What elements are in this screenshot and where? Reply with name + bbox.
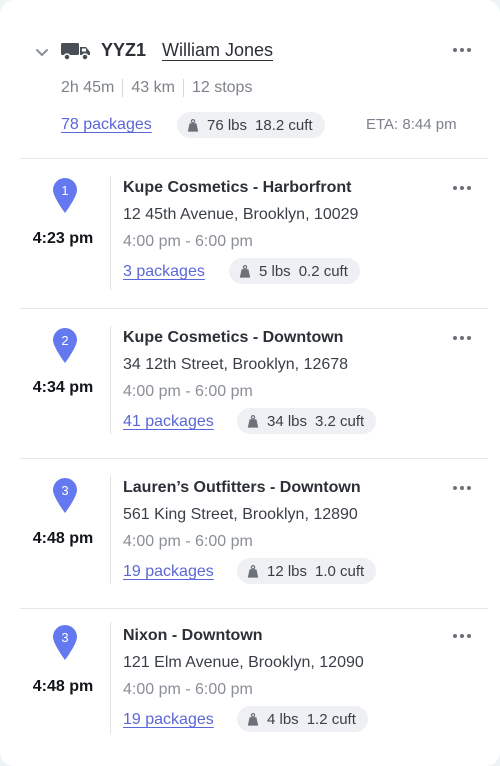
stop-volume: 1.0 cuft <box>315 562 365 580</box>
stop-name: Kupe Cosmetics - Harborfront <box>123 179 352 196</box>
weight-icon <box>247 712 259 726</box>
stop-weight: 12 lbs <box>267 562 308 580</box>
route-header: YYZ1 William Jones 2h 45m 43 km 12 stops… <box>0 0 500 158</box>
truck-icon <box>61 43 90 61</box>
route-volume: 18.2 cuft <box>255 116 313 134</box>
stop-divider-line <box>110 622 111 734</box>
stop-weight-badge: 12 lbs 1.0 cuft <box>237 558 377 584</box>
stop-sequence: 3 <box>61 630 69 645</box>
stop-address: 561 King Street, Brooklyn, 12890 <box>123 506 358 523</box>
stop-time: 4:34 pm <box>32 379 94 396</box>
weight-icon <box>247 414 259 428</box>
stop-time-window: 4:00 pm - 6:00 pm <box>123 233 253 250</box>
stop-sequence: 1 <box>61 183 69 198</box>
stop-sequence: 3 <box>61 483 69 498</box>
route-card: YYZ1 William Jones 2h 45m 43 km 12 stops… <box>0 0 500 766</box>
stop-item[interactable]: 3 4:48 pm Nixon - Downtown 121 Elm Avenu… <box>0 608 500 758</box>
stop-item[interactable]: 2 4:34 pm Kupe Cosmetics - Downtown 34 1… <box>0 308 500 458</box>
stop-more-icon[interactable] <box>451 183 473 193</box>
stop-more-icon[interactable] <box>451 631 473 641</box>
stop-weight-badge: 34 lbs 3.2 cuft <box>237 408 377 434</box>
route-packages-link[interactable]: 78 packages <box>61 116 152 134</box>
stop-item[interactable]: 1 4:23 pm Kupe Cosmetics - Harborfront 1… <box>0 158 500 308</box>
stop-item[interactable]: 3 4:48 pm Lauren’s Outfitters - Downtown… <box>0 458 500 608</box>
stop-time: 4:48 pm <box>32 530 94 547</box>
stop-divider-line <box>110 476 111 584</box>
stop-more-icon[interactable] <box>451 483 473 493</box>
stop-divider-line <box>110 176 111 290</box>
chevron-down-icon[interactable] <box>34 44 50 60</box>
route-duration: 2h 45m <box>61 79 115 96</box>
stop-packages-link[interactable]: 41 packages <box>123 413 214 431</box>
stop-time: 4:48 pm <box>32 678 94 695</box>
stop-weight-badge: 4 lbs 1.2 cuft <box>237 706 368 732</box>
stop-time-window: 4:00 pm - 6:00 pm <box>123 383 253 400</box>
route-weight-badge: 76 lbs 18.2 cuft <box>177 112 325 138</box>
stop-name: Nixon - Downtown <box>123 627 263 644</box>
route-stats: 2h 45m 43 km 12 stops <box>61 78 260 98</box>
weight-icon <box>239 264 251 278</box>
stop-address: 34 12th Street, Brooklyn, 12678 <box>123 356 349 373</box>
route-code: YYZ1 <box>101 40 147 60</box>
driver-link[interactable]: William Jones <box>162 40 273 61</box>
stop-packages-link[interactable]: 19 packages <box>123 711 214 729</box>
stop-name: Kupe Cosmetics - Downtown <box>123 329 344 346</box>
stop-weight: 5 lbs <box>259 262 291 280</box>
stop-sequence: 2 <box>61 333 69 348</box>
stop-time: 4:23 pm <box>32 230 94 247</box>
stop-weight: 4 lbs <box>267 710 299 728</box>
route-stop-count: 12 stops <box>182 79 260 97</box>
weight-icon <box>187 118 199 132</box>
stop-time-window: 4:00 pm - 6:00 pm <box>123 681 253 698</box>
stop-volume: 0.2 cuft <box>298 262 348 280</box>
stop-address: 12 45th Avenue, Brooklyn, 10029 <box>123 206 359 223</box>
route-more-icon[interactable] <box>451 45 473 55</box>
stop-more-icon[interactable] <box>451 333 473 343</box>
stop-name: Lauren’s Outfitters - Downtown <box>123 479 361 496</box>
stop-weight: 34 lbs <box>267 412 308 430</box>
route-eta: ETA: 8:44 pm <box>366 116 457 133</box>
stop-packages-link[interactable]: 19 packages <box>123 563 214 581</box>
stop-address: 121 Elm Avenue, Brooklyn, 12090 <box>123 654 364 671</box>
stop-divider-line <box>110 326 111 434</box>
route-weight: 76 lbs <box>207 116 248 134</box>
weight-icon <box>247 564 259 578</box>
stop-time-window: 4:00 pm - 6:00 pm <box>123 533 253 550</box>
stop-volume: 3.2 cuft <box>315 412 365 430</box>
route-distance: 43 km <box>122 79 183 97</box>
stop-packages-link[interactable]: 3 packages <box>123 263 205 281</box>
stop-weight-badge: 5 lbs 0.2 cuft <box>229 258 360 284</box>
stop-volume: 1.2 cuft <box>306 710 356 728</box>
